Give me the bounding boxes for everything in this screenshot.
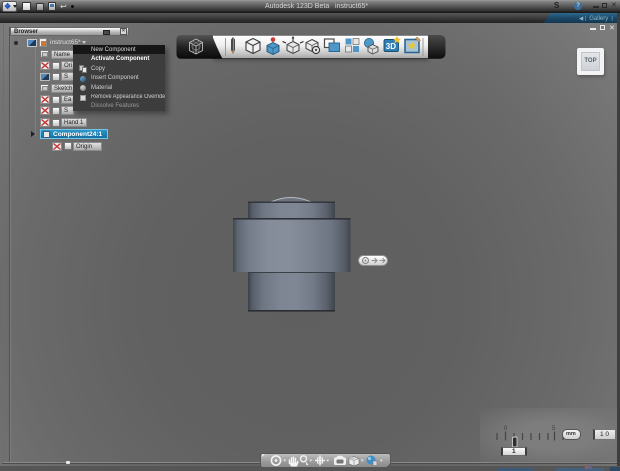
- svg-text:3D: 3D: [386, 42, 396, 51]
- svg-text:5: 5: [552, 426, 556, 432]
- svg-text:0: 0: [504, 426, 508, 432]
